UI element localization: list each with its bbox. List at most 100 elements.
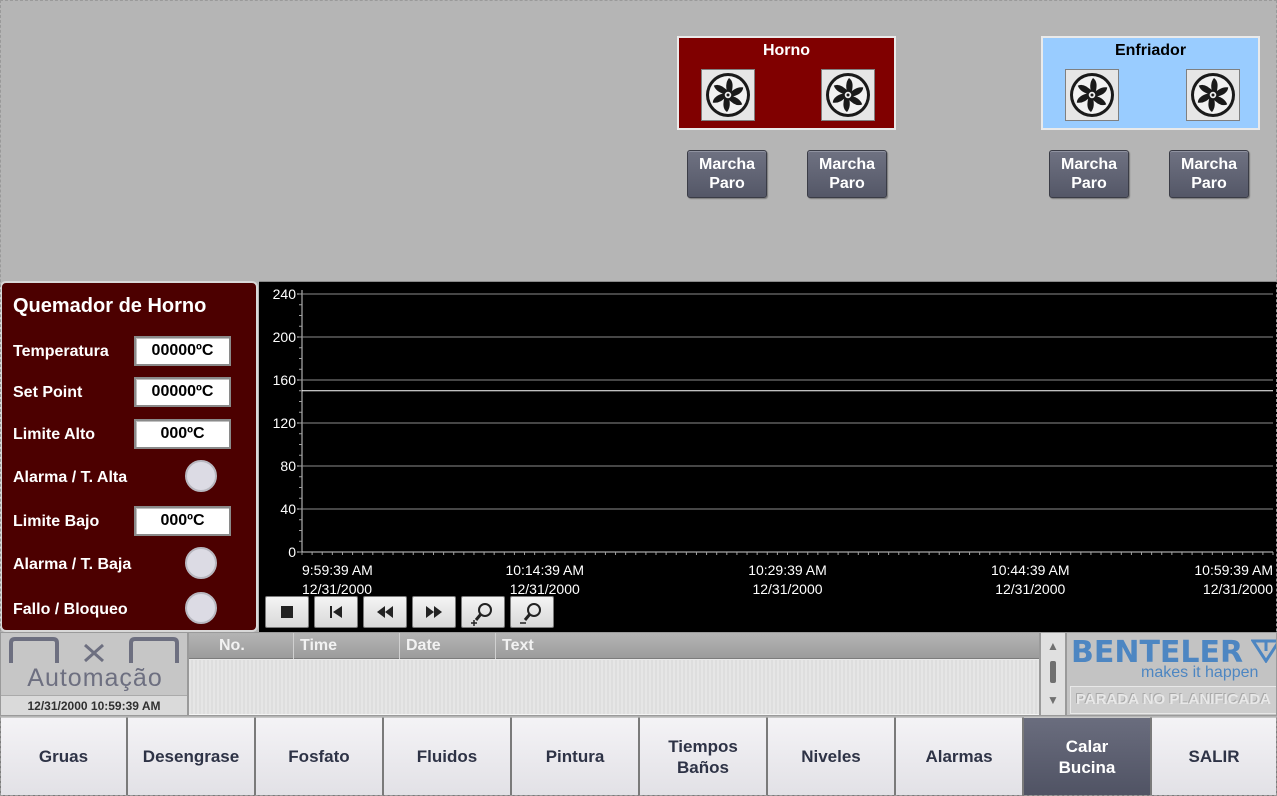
- x-tick-label-time: 10:44:39 AM: [991, 562, 1070, 578]
- status-message: PARADA NO PLANIFICADA: [1070, 686, 1276, 714]
- x-tick-label-time: 10:29:39 AM: [748, 562, 827, 578]
- fallo-bloqueo-indicator: [185, 592, 217, 624]
- nav-button-niveles[interactable]: Niveles: [767, 717, 895, 796]
- scroll-thumb[interactable]: [1050, 661, 1056, 683]
- marcha-paro-button-horno-2[interactable]: Marcha Paro: [807, 150, 887, 198]
- nav-button-desengrase[interactable]: Desengrase: [127, 717, 255, 796]
- enfriador-panel: Enfriador: [1041, 36, 1260, 130]
- limite-alto-field[interactable]: 000ºC: [134, 419, 231, 449]
- limite-bajo-label: Limite Bajo: [13, 513, 100, 530]
- marcha-paro-button-enfriador-1[interactable]: Marcha Paro: [1049, 150, 1129, 198]
- nav-button-gruas[interactable]: Gruas: [0, 717, 127, 796]
- alarm-table[interactable]: No. Time Date Text: [188, 632, 1040, 716]
- axn-logo: [9, 637, 179, 663]
- y-tick-label: 240: [273, 286, 297, 302]
- fan-blades-icon: [826, 73, 870, 117]
- y-tick-label: 200: [273, 329, 297, 345]
- scroll-up-icon[interactable]: ▲: [1047, 639, 1059, 653]
- column-header-no[interactable]: No.: [189, 633, 293, 659]
- fan-blades-icon: [1070, 73, 1114, 117]
- system-datetime: 12/31/2000 10:59:39 AM: [1, 695, 187, 715]
- stop-button[interactable]: [265, 596, 309, 628]
- marcha-paro-button-enfriador-2[interactable]: Marcha Paro: [1169, 150, 1249, 198]
- y-tick-label: 80: [280, 458, 296, 474]
- nav-button-alarmas[interactable]: Alarmas: [895, 717, 1023, 796]
- rewind-button[interactable]: [363, 596, 407, 628]
- button-line1: Marcha: [1180, 156, 1238, 173]
- forward-icon: [426, 606, 442, 618]
- y-tick-label: 120: [273, 415, 297, 431]
- x-tick-label-time: 10:14:39 AM: [505, 562, 584, 578]
- x-tick-label-date: 12/31/2000: [510, 581, 580, 597]
- fan-icon[interactable]: [821, 69, 875, 121]
- trend-plot: 240 200 160 120 80 40 0 9:59:39 AM 12/31/2000 10:…: [273, 286, 1274, 597]
- horno-title: Horno: [762, 42, 811, 59]
- y-tick-label: 40: [280, 501, 296, 517]
- axn-logo-panel: Automação 12/31/2000 10:59:39 AM: [0, 632, 188, 716]
- button-line1: Marcha: [698, 156, 756, 173]
- nav-button-fluidos[interactable]: Fluidos: [383, 717, 511, 796]
- nav-button-tiempos-baños[interactable]: Tiempos Baños: [639, 717, 767, 796]
- alarma-baja-indicator: [185, 547, 217, 579]
- column-header-time[interactable]: Time: [293, 633, 399, 659]
- table-row[interactable]: [189, 696, 1039, 715]
- x-tick-label-date: 12/31/2000: [995, 581, 1065, 597]
- zoom-in-button[interactable]: [461, 596, 505, 628]
- fan-blades-icon: [706, 73, 750, 117]
- nav-button-fosfato[interactable]: Fosfato: [255, 717, 383, 796]
- navigation-bar: Gruas Desengrase Fosfato Fluidos Pintura Tiem…: [0, 717, 1277, 796]
- x-tick-label-time: 10:59:39 AM: [1194, 562, 1273, 578]
- alarm-table-header: No. Time Date Text: [189, 633, 1039, 659]
- benteler-mark-icon: [1251, 639, 1276, 663]
- zoom-in-icon: [471, 603, 492, 626]
- column-header-date[interactable]: Date: [399, 633, 495, 659]
- button-line2: Paro: [1071, 175, 1107, 192]
- limite-alto-label: Limite Alto: [13, 426, 96, 443]
- fan-blades-icon: [1191, 73, 1235, 117]
- temperatura-label: Temperatura: [13, 343, 109, 360]
- quemador-title: Quemador de Horno: [13, 295, 207, 317]
- table-row[interactable]: [189, 678, 1039, 697]
- nav-button-pintura[interactable]: Pintura: [511, 717, 639, 796]
- column-header-text[interactable]: Text: [495, 633, 1039, 659]
- temperatura-field[interactable]: 00000ºC: [134, 336, 231, 366]
- button-line1: Marcha: [1060, 156, 1118, 173]
- y-tick-label: 160: [273, 372, 297, 388]
- zoom-out-button[interactable]: [510, 596, 554, 628]
- table-row[interactable]: [189, 660, 1039, 679]
- marcha-paro-button-horno-1[interactable]: Marcha Paro: [687, 150, 767, 198]
- alarma-baja-label: Alarma / T. Baja: [13, 556, 132, 573]
- setpoint-field[interactable]: 00000ºC: [134, 377, 231, 407]
- x-tick-label-date: 12/31/2000: [752, 581, 822, 597]
- rewind-icon: [377, 606, 393, 618]
- button-line2: Paro: [709, 175, 745, 192]
- scroll-down-icon[interactable]: ▼: [1047, 693, 1059, 707]
- button-line1: Marcha: [818, 156, 876, 173]
- alarma-alta-label: Alarma / T. Alta: [13, 469, 128, 486]
- fan-icon[interactable]: [1186, 69, 1240, 121]
- nav-button-calar-bucina[interactable]: Calar Bucina: [1023, 717, 1151, 796]
- first-icon: [330, 606, 342, 618]
- benteler-panel: BENTELER makes it happen PARADA NO PLANI…: [1066, 632, 1277, 716]
- stop-icon: [281, 606, 293, 618]
- fan-icon[interactable]: [1065, 69, 1119, 121]
- button-line2: Paro: [829, 175, 865, 192]
- quemador-panel: Quemador de Horno Temperatura 00000ºC Se…: [0, 281, 258, 632]
- benteler-tagline: makes it happen: [1141, 664, 1259, 681]
- logo-text: Automação: [27, 664, 163, 692]
- fan-icon[interactable]: [701, 69, 755, 121]
- forward-button[interactable]: [412, 596, 456, 628]
- fallo-bloqueo-label: Fallo / Bloqueo: [13, 601, 128, 618]
- alarm-scrollbar[interactable]: ▲ ▼: [1040, 632, 1066, 716]
- button-line2: Paro: [1191, 175, 1227, 192]
- x-tick-label-date: 12/31/2000: [1203, 581, 1273, 597]
- setpoint-label: Set Point: [13, 384, 83, 401]
- first-button[interactable]: [314, 596, 358, 628]
- enfriador-title: Enfriador: [1114, 42, 1187, 59]
- trend-view[interactable]: 240 200 160 120 80 40 0 9:59:39 AM 12/31/2000 10:…: [259, 281, 1277, 632]
- alarma-alta-indicator: [185, 460, 217, 492]
- horno-panel: Horno: [677, 36, 896, 130]
- zoom-out-icon: [520, 603, 541, 624]
- limite-bajo-field[interactable]: 000ºC: [134, 506, 231, 536]
- nav-button-salir[interactable]: SALIR: [1151, 717, 1277, 796]
